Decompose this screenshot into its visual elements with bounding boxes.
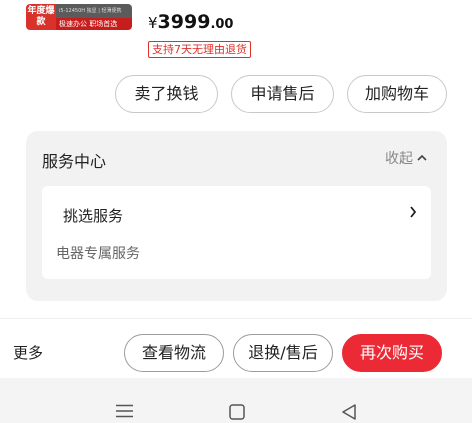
service-center-panel: 服务中心 收起 挑选服务 电器专属服务	[26, 131, 447, 301]
product-thumbnail[interactable]: 年度爆款 i5-12450H 独显 | 轻薄便携 极速办公 职场首选	[26, 4, 132, 30]
add-to-cart-button[interactable]: 加购物车	[347, 75, 447, 113]
thumb-slogan-line: 极速办公 职场首选	[56, 18, 132, 30]
price-decimal: .00	[210, 17, 234, 32]
price-integer: 3999	[157, 11, 211, 33]
chevron-up-icon	[417, 155, 427, 161]
collapse-label: 收起	[385, 151, 413, 167]
return-exchange-button[interactable]: 退换/售后	[233, 334, 333, 372]
system-nav-bar	[0, 378, 472, 423]
home-icon[interactable]	[229, 404, 245, 420]
pick-service-label: 挑选服务	[63, 207, 124, 225]
collapse-toggle[interactable]: 收起	[385, 148, 427, 168]
service-list-card[interactable]: 挑选服务 电器专属服务	[42, 186, 431, 279]
menu-icon[interactable]	[116, 404, 133, 418]
sell-button[interactable]: 卖了换钱	[115, 75, 218, 113]
order-card: 年度爆款 i5-12450H 独显 | 轻薄便携 极速办公 职场首选 ¥ 399…	[0, 0, 472, 318]
product-price: ¥ 3999 .00	[148, 11, 233, 33]
view-logistics-button[interactable]: 查看物流	[124, 334, 224, 372]
thumb-spec-line: i5-12450H 独显 | 轻薄便携	[56, 4, 132, 18]
bottom-action-bar: 更多 查看物流 退换/售后 再次购买	[0, 318, 472, 378]
chevron-right-icon	[410, 206, 417, 218]
service-center-title: 服务中心	[42, 152, 107, 171]
price-currency: ¥	[148, 14, 158, 32]
after-sales-button[interactable]: 申请售后	[231, 75, 334, 113]
return-policy-tag: 支持7天无理由退货	[148, 41, 251, 58]
back-icon[interactable]	[341, 404, 357, 420]
more-button[interactable]: 更多	[13, 342, 43, 363]
thumb-badge: 年度爆款	[26, 4, 56, 30]
buy-again-button[interactable]: 再次购买	[342, 334, 442, 372]
appliance-service-label: 电器专属服务	[56, 246, 140, 262]
